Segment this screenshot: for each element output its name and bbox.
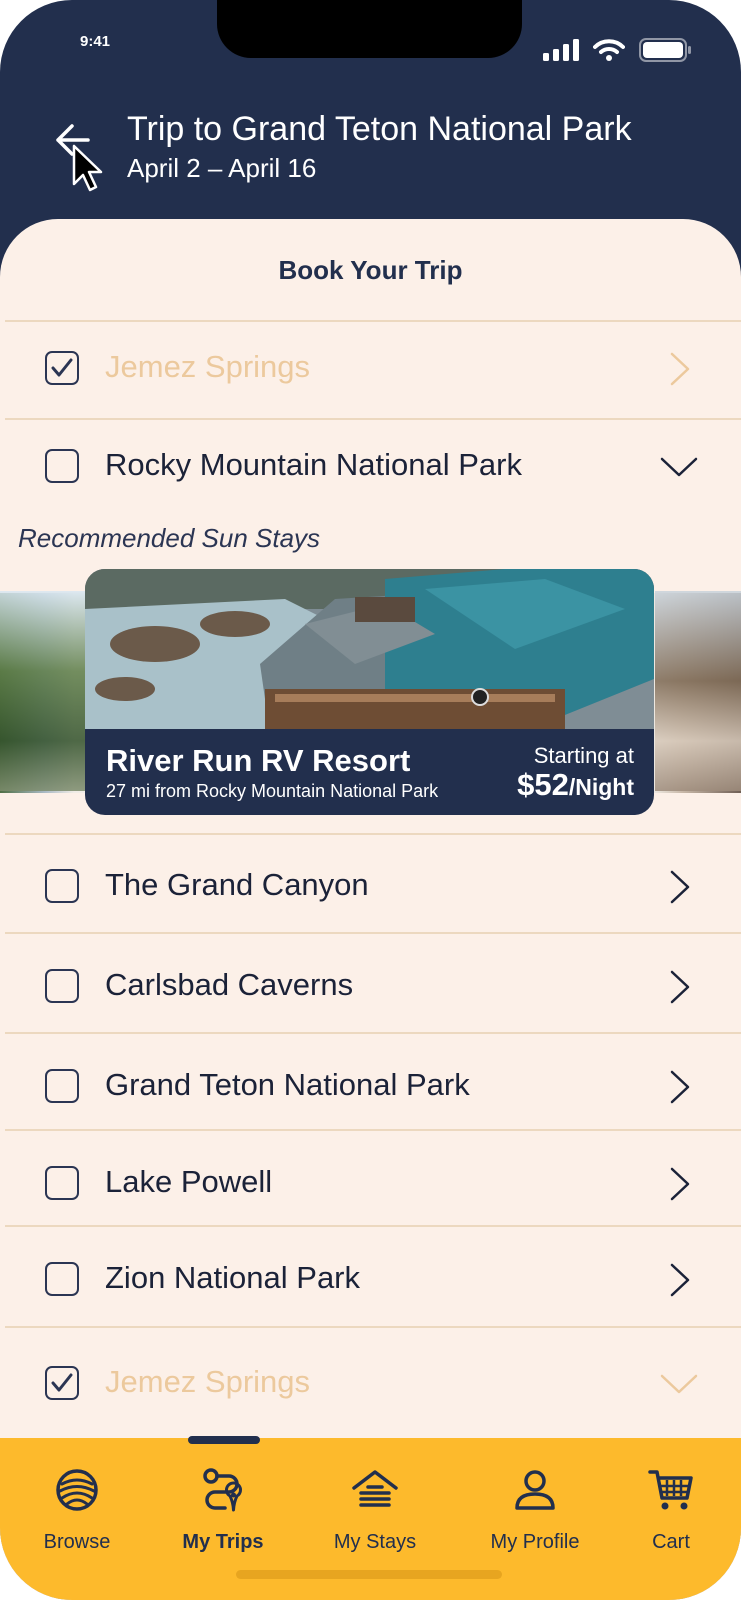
- checkmark-icon: [51, 1373, 73, 1392]
- sheet-title: Book Your Trip: [278, 255, 463, 285]
- destination-label: Jemez Springs: [105, 349, 311, 384]
- stay-card-previous[interactable]: [0, 591, 88, 791]
- price-amount: $52: [517, 767, 569, 802]
- battery-icon: [639, 38, 691, 62]
- app-screen: 9:41 Trip to Grand Teton National Park A…: [0, 0, 741, 1600]
- destination-label: Rocky Mountain National Park: [105, 447, 522, 482]
- cart-icon: [648, 1470, 693, 1510]
- house-icon: [352, 1470, 398, 1507]
- stay-price: $52/Night: [517, 767, 634, 803]
- checkbox[interactable]: [45, 1069, 79, 1103]
- destination-row[interactable]: The Grand Canyon: [0, 839, 741, 935]
- destination-label: Carlsbad Caverns: [105, 967, 354, 1002]
- status-icons: [543, 38, 691, 62]
- chevron-right-icon[interactable]: [659, 867, 699, 907]
- active-tab-indicator: [188, 1436, 260, 1444]
- trip-dates: April 2 – April 16: [127, 153, 317, 183]
- tab-my-trips[interactable]: My Trips: [158, 1466, 288, 1554]
- checkbox-checked[interactable]: [45, 351, 79, 385]
- notch: [217, 0, 522, 58]
- home-indicator[interactable]: [236, 1570, 502, 1579]
- book-trip-sheet: Book Your Trip Jemez Springs Rocky Mount…: [0, 219, 741, 1600]
- tab-label: Browse: [43, 1531, 111, 1553]
- destination-row[interactable]: Zion National Park: [0, 1232, 741, 1328]
- cursor-pointer-icon: [72, 144, 103, 192]
- divider: [5, 1032, 741, 1034]
- checkbox[interactable]: [45, 969, 79, 1003]
- globe-icon: [56, 1469, 98, 1511]
- chevron-right-icon[interactable]: [659, 967, 699, 1007]
- checkbox-checked[interactable]: [45, 1366, 79, 1400]
- price-unit: /Night: [568, 774, 634, 800]
- chevron-right-icon[interactable]: [659, 1164, 699, 1204]
- checkmark-icon: [51, 358, 73, 377]
- chevron-down-icon[interactable]: [659, 1364, 699, 1404]
- signal-icon: [543, 39, 579, 61]
- destination-row-expanded[interactable]: Rocky Mountain National Park: [0, 419, 741, 515]
- destination-row[interactable]: Jemez Springs: [0, 1336, 741, 1432]
- chevron-right-icon[interactable]: [659, 1260, 699, 1300]
- trip-title: Trip to Grand Teton National Park: [127, 110, 632, 148]
- checkbox[interactable]: [45, 1262, 79, 1296]
- stay-card[interactable]: River Run RV Resort 27 mi from Rocky Mou…: [85, 569, 654, 815]
- tab-label: My Profile: [490, 1531, 580, 1553]
- stay-distance: 27 mi from Rocky Mountain National Park: [106, 781, 439, 801]
- tab-cart[interactable]: Cart: [606, 1466, 736, 1554]
- stay-info: River Run RV Resort 27 mi from Rocky Mou…: [85, 729, 654, 815]
- stay-card-next[interactable]: [655, 591, 741, 791]
- stay-name: River Run RV Resort: [106, 743, 411, 778]
- destination-label: Jemez Springs: [105, 1364, 311, 1399]
- tab-label: My Stays: [333, 1531, 417, 1553]
- starting-at-label: Starting at: [533, 743, 634, 768]
- person-icon: [515, 1470, 555, 1510]
- tab-label: Cart: [652, 1531, 690, 1553]
- chevron-right-icon[interactable]: [659, 349, 699, 389]
- tab-browse[interactable]: Browse: [12, 1466, 142, 1554]
- back-button[interactable]: [52, 118, 112, 196]
- back-arrow-icon: [56, 124, 103, 192]
- destination-row[interactable]: Carlsbad Caverns: [0, 939, 741, 1035]
- destination-row[interactable]: Jemez Springs: [0, 321, 741, 417]
- route-icon: [203, 1468, 242, 1512]
- checkbox[interactable]: [45, 1166, 79, 1200]
- checkbox[interactable]: [45, 869, 79, 903]
- divider: [5, 833, 741, 835]
- destination-row[interactable]: Grand Teton National Park: [0, 1039, 741, 1135]
- destination-label: The Grand Canyon: [105, 867, 369, 902]
- destination-label: Lake Powell: [105, 1164, 273, 1199]
- destination-label: Zion National Park: [105, 1260, 361, 1295]
- divider: [5, 1129, 741, 1131]
- tab-label: My Trips: [182, 1531, 264, 1553]
- tab-my-profile[interactable]: My Profile: [470, 1466, 600, 1554]
- tab-my-stays[interactable]: My Stays: [310, 1466, 440, 1554]
- wifi-icon: [593, 39, 625, 61]
- destination-label: Grand Teton National Park: [105, 1067, 470, 1102]
- divider: [5, 932, 741, 934]
- chevron-down-icon[interactable]: [659, 447, 699, 487]
- chevron-right-icon[interactable]: [659, 1067, 699, 1107]
- status-time: 9:41: [80, 33, 111, 50]
- divider: [5, 1225, 741, 1227]
- recommended-label: Recommended Sun Stays: [18, 523, 321, 553]
- checkbox[interactable]: [45, 449, 79, 483]
- resort-photo: [85, 569, 654, 729]
- divider: [5, 1326, 741, 1328]
- destination-row[interactable]: Lake Powell: [0, 1136, 741, 1232]
